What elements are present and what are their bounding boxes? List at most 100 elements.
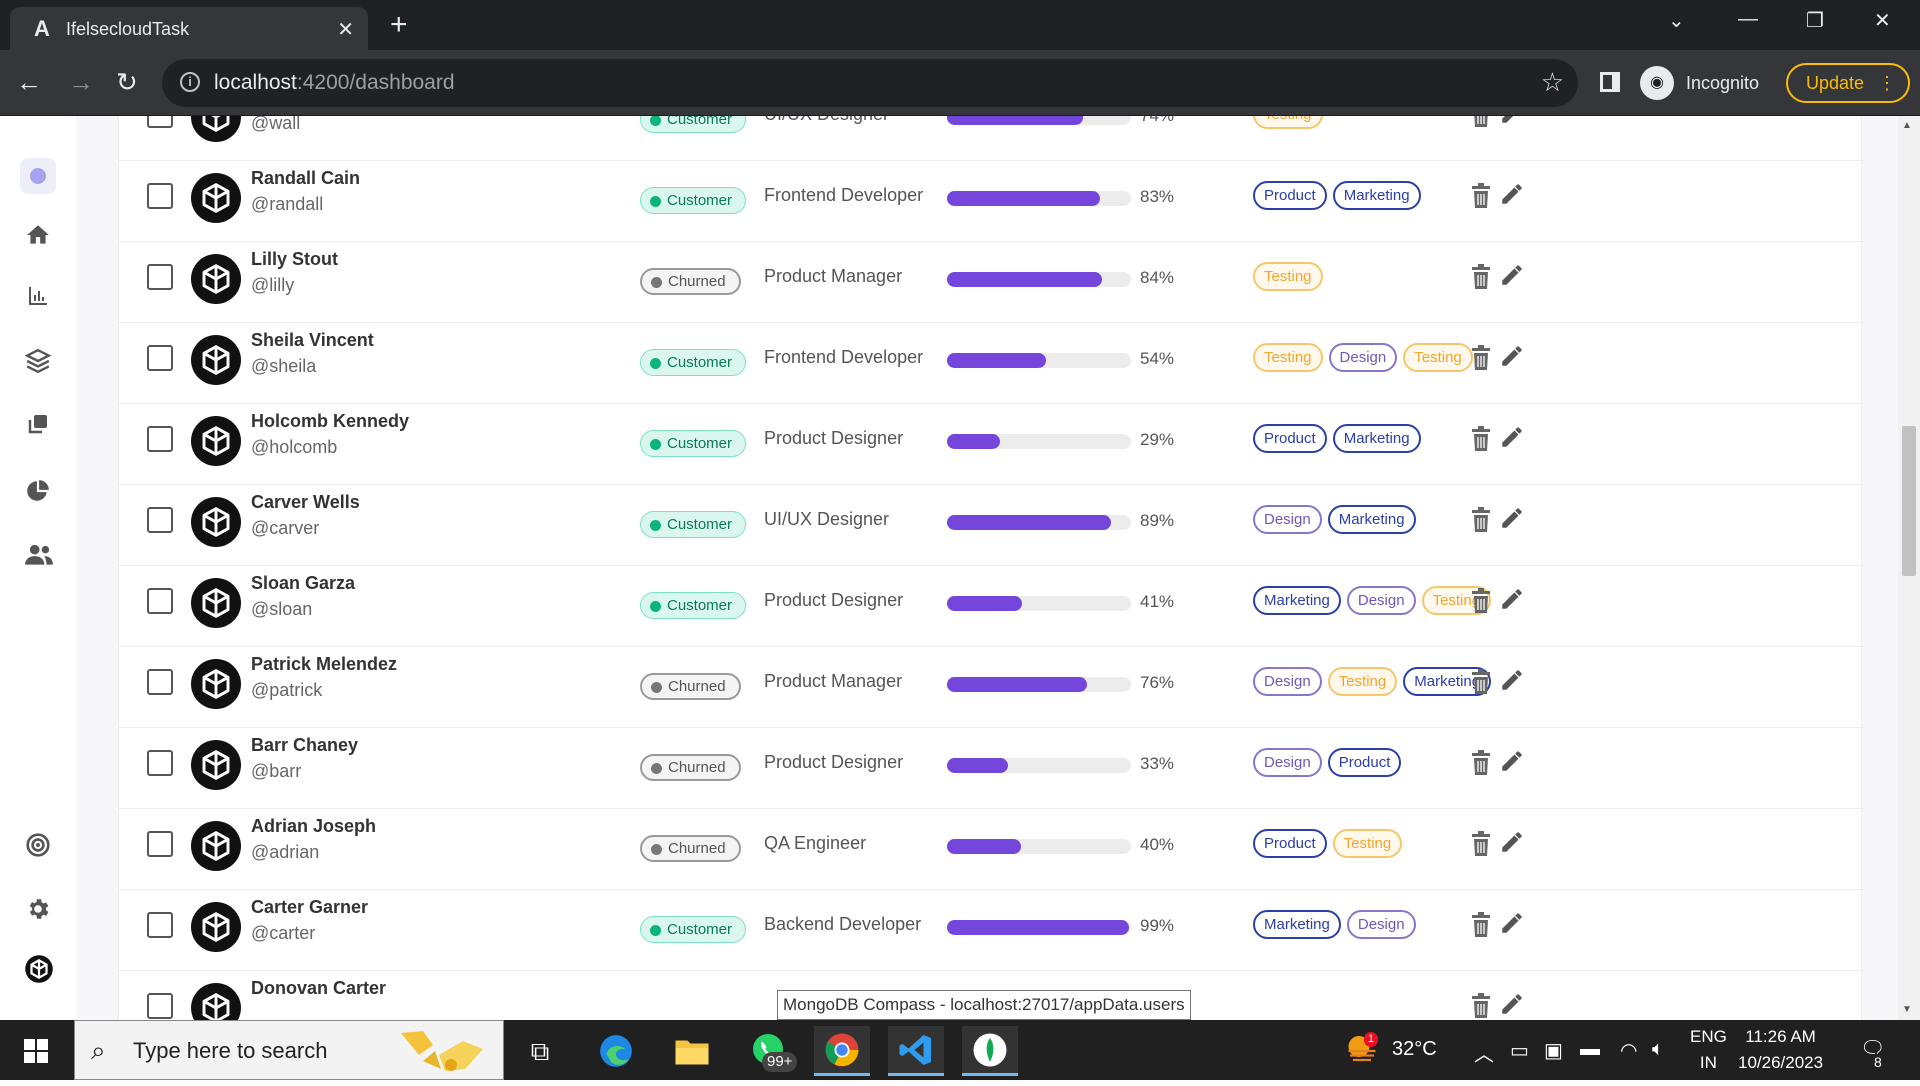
wifi-icon[interactable]: ◠	[1620, 1038, 1637, 1063]
tag-chip[interactable]: Marketing	[1332, 424, 1421, 453]
tag-chip[interactable]: Design	[1328, 343, 1398, 372]
edit-icon[interactable]	[1499, 667, 1527, 695]
delete-icon[interactable]	[1469, 116, 1495, 130]
edit-icon[interactable]	[1499, 116, 1527, 128]
copy-icon[interactable]	[24, 412, 52, 440]
edit-icon[interactable]	[1499, 181, 1527, 209]
app-logo-icon[interactable]	[24, 954, 53, 983]
delete-icon[interactable]	[1469, 669, 1495, 697]
side-panel-icon[interactable]	[1600, 72, 1620, 92]
edit-icon[interactable]	[1499, 505, 1527, 533]
delete-icon[interactable]	[1469, 507, 1495, 535]
edit-icon[interactable]	[1499, 424, 1527, 452]
tag-chip[interactable]: Marketing	[1253, 586, 1341, 615]
tag-chip[interactable]: Testing	[1403, 343, 1473, 372]
tray-overflow-icon[interactable]: ︿	[1474, 1038, 1494, 1067]
reload-icon[interactable]: ↻	[116, 67, 138, 97]
update-button[interactable]: Update ⋮	[1786, 63, 1910, 103]
delete-icon[interactable]	[1469, 183, 1495, 211]
scroll-up-icon[interactable]: ▲	[1902, 120, 1912, 131]
delete-icon[interactable]	[1469, 750, 1495, 778]
taskbar-search-input[interactable]: ⌕ Type here to search	[74, 1020, 504, 1080]
tag-chip[interactable]: Product	[1253, 829, 1327, 858]
row-checkbox[interactable]	[147, 183, 173, 209]
delete-icon[interactable]	[1469, 912, 1495, 940]
tray-camera-icon[interactable]: ▣	[1544, 1038, 1563, 1063]
windows-start-icon[interactable]	[24, 1039, 48, 1063]
restore-icon[interactable]: ❐	[1806, 8, 1824, 33]
row-checkbox[interactable]	[147, 426, 173, 452]
delete-icon[interactable]	[1469, 993, 1495, 1020]
tab-search-icon[interactable]: ⌄	[1668, 8, 1685, 33]
tag-chip[interactable]: Design	[1346, 910, 1416, 939]
tag-chip[interactable]: Testing	[1253, 343, 1323, 372]
incognito-indicator[interactable]: ◉ Incognito	[1640, 60, 1759, 106]
tray-app-icon[interactable]: ▭	[1510, 1038, 1529, 1063]
volume-icon[interactable]: 🔈︎	[1652, 1038, 1664, 1061]
row-checkbox[interactable]	[147, 831, 173, 857]
row-checkbox[interactable]	[147, 507, 173, 533]
tag-chip[interactable]: Product	[1253, 424, 1327, 453]
back-icon[interactable]: ←	[16, 67, 42, 97]
edit-icon[interactable]	[1499, 586, 1527, 614]
tag-chip[interactable]: Product	[1327, 748, 1402, 777]
chrome-icon[interactable]	[814, 1026, 870, 1076]
scroll-down-icon[interactable]: ▼	[1902, 1004, 1912, 1015]
language-indicator[interactable]: ENG IN	[1690, 1024, 1727, 1076]
sidebar-active-dot-icon[interactable]	[20, 158, 56, 194]
edit-icon[interactable]	[1499, 262, 1527, 290]
site-info-icon[interactable]: i	[180, 72, 200, 92]
edit-icon[interactable]	[1499, 910, 1527, 938]
tag-chip[interactable]: Testing	[1327, 667, 1398, 696]
mongodb-compass-icon[interactable]	[962, 1026, 1018, 1076]
edge-icon[interactable]	[588, 1026, 644, 1076]
tag-chip[interactable]: Design	[1346, 586, 1416, 615]
menu-dots-icon[interactable]: ⋮	[1878, 65, 1896, 101]
system-clock[interactable]: 11:26 AM 10/26/2023	[1738, 1024, 1823, 1076]
edit-icon[interactable]	[1499, 343, 1527, 371]
page-scrollbar[interactable]: ▲ ▼	[1898, 116, 1920, 1020]
delete-icon[interactable]	[1469, 831, 1495, 859]
edit-icon[interactable]	[1499, 991, 1527, 1019]
row-checkbox[interactable]	[147, 912, 173, 938]
home-icon[interactable]	[24, 222, 52, 250]
close-tab-icon[interactable]: ✕	[337, 17, 354, 42]
row-checkbox[interactable]	[147, 116, 173, 128]
row-checkbox[interactable]	[147, 264, 173, 290]
row-checkbox[interactable]	[147, 750, 173, 776]
settings-icon[interactable]	[24, 896, 52, 924]
scrollbar-thumb[interactable]	[1902, 426, 1916, 576]
delete-icon[interactable]	[1469, 588, 1495, 616]
tag-chip[interactable]: Marketing	[1327, 505, 1416, 534]
tag-chip[interactable]: Marketing	[1332, 181, 1421, 210]
tag-chip[interactable]: Design	[1253, 505, 1322, 534]
delete-icon[interactable]	[1469, 426, 1495, 454]
row-checkbox[interactable]	[147, 588, 173, 614]
users-icon[interactable]	[24, 542, 53, 570]
vscode-icon[interactable]	[888, 1026, 944, 1076]
layers-icon[interactable]	[24, 348, 52, 376]
tag-chip[interactable]: Design	[1253, 667, 1322, 696]
edit-icon[interactable]	[1499, 829, 1527, 857]
target-icon[interactable]	[24, 832, 52, 860]
edit-icon[interactable]	[1499, 748, 1527, 776]
row-checkbox[interactable]	[147, 993, 173, 1019]
bookmark-star-icon[interactable]: ☆	[1541, 67, 1564, 98]
tag-chip[interactable]: Design	[1253, 748, 1322, 777]
row-checkbox[interactable]	[147, 345, 173, 371]
minimize-icon[interactable]: —	[1738, 8, 1758, 31]
delete-icon[interactable]	[1469, 345, 1495, 373]
url-input[interactable]: i localhost:4200/dashboard ☆	[162, 59, 1578, 107]
close-window-icon[interactable]: ✕	[1874, 8, 1891, 33]
delete-icon[interactable]	[1469, 264, 1495, 292]
tag-chip[interactable]: Testing	[1332, 829, 1403, 858]
tag-chip[interactable]: Testing	[1253, 262, 1323, 291]
tag-chip[interactable]: Marketing	[1253, 910, 1341, 939]
tag-chip[interactable]: Testing	[1253, 116, 1323, 129]
browser-tab[interactable]: A IfelsecloudTask ✕	[10, 7, 368, 50]
bar-chart-icon[interactable]	[24, 284, 52, 312]
file-explorer-icon[interactable]	[664, 1026, 720, 1076]
new-tab-icon[interactable]: +	[390, 10, 408, 40]
pie-chart-icon[interactable]	[24, 478, 52, 506]
task-view-icon[interactable]: ⧉	[512, 1026, 568, 1076]
